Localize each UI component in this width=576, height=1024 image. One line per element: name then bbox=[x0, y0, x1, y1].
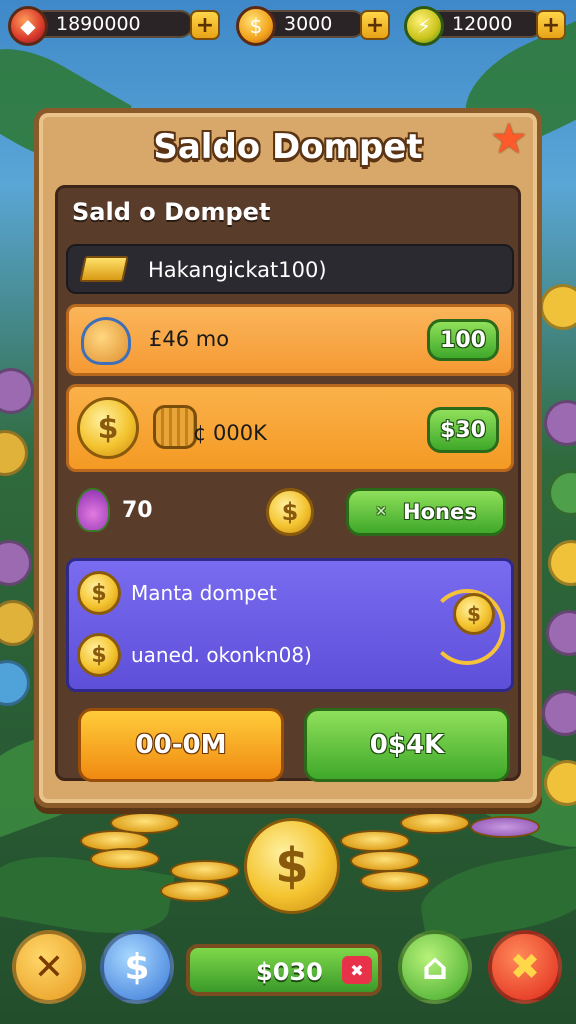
info-row-2-badge[interactable]: 100 bbox=[427, 319, 499, 361]
resource-coins: 3000 $ + bbox=[236, 6, 392, 46]
wallet-line-2: uaned. okonkn08) bbox=[131, 643, 312, 667]
info-row-3-badge[interactable]: $30 bbox=[427, 407, 499, 453]
coin-icon: $ bbox=[266, 488, 314, 536]
close-icon: ✕ bbox=[375, 504, 388, 520]
coin-icon: $ bbox=[236, 6, 276, 46]
info-row-3-label: ¢ 000K bbox=[193, 421, 267, 445]
wallet-info-box: $ Manta dompet $ uaned. okonkn08) $ bbox=[66, 558, 514, 692]
gems-counter: 1890000 bbox=[26, 10, 194, 38]
balance-bar: $030 ✖ bbox=[186, 944, 382, 996]
info-row-4-value: 70 bbox=[122, 498, 153, 523]
bottom-bar: ✕ $ $030 ✖ ⌂ ✖ bbox=[0, 930, 576, 1024]
coin-icon: $ bbox=[77, 571, 121, 615]
energy-value: 12000 bbox=[452, 13, 513, 35]
balance-badge-icon[interactable]: ✖ bbox=[342, 956, 372, 984]
info-row-2-label: £46 mo bbox=[149, 327, 230, 351]
orange-action-button[interactable]: 00-0M bbox=[78, 708, 284, 782]
add-gems-button[interactable]: + bbox=[190, 10, 220, 40]
star-icon[interactable]: ★ bbox=[487, 117, 531, 161]
lightning-icon: ⚡ bbox=[404, 6, 444, 46]
hones-button[interactable]: ✕ Hones bbox=[346, 488, 506, 536]
add-energy-button[interactable]: + bbox=[536, 10, 566, 40]
coin-icon: $ bbox=[77, 397, 139, 459]
map-button[interactable]: ✕ bbox=[12, 930, 86, 1004]
build-button[interactable]: ⌂ bbox=[398, 930, 472, 1004]
coin-shop-button[interactable]: $ bbox=[100, 930, 174, 1004]
coin-roll-icon bbox=[153, 405, 197, 449]
panel-title: Saldo Dompet bbox=[153, 127, 423, 167]
resource-energy: 12000 ⚡ + bbox=[404, 6, 570, 46]
coins-value: 3000 bbox=[284, 13, 333, 35]
resource-gems: 1890000 ◆ + bbox=[8, 6, 224, 46]
gold-bar-icon bbox=[79, 256, 129, 282]
info-row-1: Hakangickat100) bbox=[66, 244, 514, 294]
info-row-1-label: Hakangickat100) bbox=[148, 258, 327, 282]
gems-value: 1890000 bbox=[56, 13, 141, 35]
info-row-4: 70 $ ✕ Hones bbox=[66, 482, 514, 542]
coin-icon: $ bbox=[453, 593, 495, 635]
panel-body: Sald o Dompet Hakangickat100) £46 mo 100… bbox=[55, 185, 521, 782]
hones-button-label: Hones bbox=[403, 500, 477, 524]
info-row-2: £46 mo 100 bbox=[66, 304, 514, 376]
add-coins-button[interactable]: + bbox=[360, 10, 390, 40]
big-coin-decoration: $ bbox=[244, 818, 340, 914]
balance-value: $030 bbox=[256, 958, 323, 986]
wallet-panel: Saldo Dompet ★ Sald o Dompet Hakangickat… bbox=[34, 108, 542, 808]
green-action-button[interactable]: 0$4K bbox=[304, 708, 510, 782]
wallet-line-1: Manta dompet bbox=[131, 581, 277, 605]
info-row-3: $ ¢ 000K $30 bbox=[66, 384, 514, 472]
coin-icon: $ bbox=[77, 633, 121, 677]
shell-icon bbox=[81, 317, 131, 365]
gem-icon: ◆ bbox=[8, 6, 48, 46]
close-button[interactable]: ✖ bbox=[488, 930, 562, 1004]
panel-subtitle: Sald o Dompet bbox=[72, 198, 271, 226]
flame-icon bbox=[76, 488, 110, 532]
